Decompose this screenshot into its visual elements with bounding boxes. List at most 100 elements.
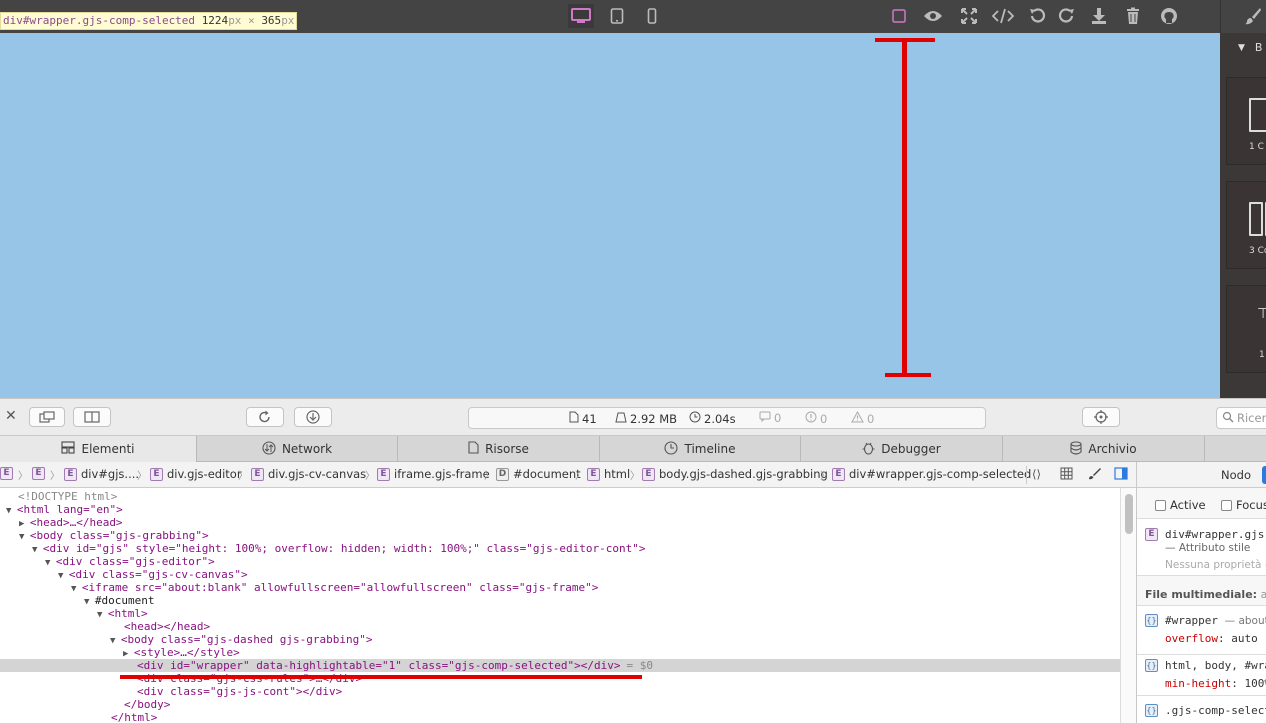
shadow-dom-icon[interactable]: ⟨⟩ <box>1032 467 1041 481</box>
network-icon <box>262 440 276 458</box>
fullscreen-icon[interactable] <box>956 4 982 28</box>
tab-nodo[interactable]: Nodo <box>1221 468 1251 482</box>
breadcrumb-item-canvas[interactable]: Ediv.gjs-cv-canvas <box>251 467 366 481</box>
state-active-checkbox[interactable]: Active <box>1155 498 1206 512</box>
breadcrumb-item-gjs[interactable]: Ediv#gjs.... <box>64 467 139 481</box>
rule-property[interactable]: min-height: 100% <box>1165 677 1266 690</box>
dom-line[interactable]: ▼ <div class="gjs-cv-canvas"> <box>0 568 1120 581</box>
close-icon[interactable]: ✕ <box>5 408 17 424</box>
tab-timeline[interactable]: Timeline <box>600 436 801 462</box>
brush-icon[interactable] <box>1240 4 1266 28</box>
dom-line[interactable]: ▼ #document <box>0 594 1120 607</box>
eye-icon[interactable] <box>920 4 946 28</box>
dom-scrollbar[interactable] <box>1120 488 1136 723</box>
rule-selector[interactable]: .gjs-comp-select <box>1165 704 1266 717</box>
target-icon[interactable] <box>1082 407 1120 427</box>
desktop-icon[interactable] <box>568 4 594 28</box>
code-icon[interactable] <box>990 4 1016 28</box>
resources-count: 41 <box>569 411 597 426</box>
breadcrumb-item-root[interactable]: E <box>0 467 13 480</box>
breadcrumb-item-iframe[interactable]: Eiframe.gjs-frame <box>377 467 490 481</box>
dom-line-selected[interactable]: <div id="wrapper" data-highlightable="1"… <box>0 659 1120 672</box>
element-icon: E <box>832 467 845 481</box>
dom-line[interactable]: ▶ <style>…</style> <box>0 646 1120 659</box>
tab-archivio[interactable]: Archivio <box>1003 436 1205 462</box>
grid-overlay-icon[interactable] <box>1060 467 1073 480</box>
breadcrumb-item-document[interactable]: D #document <box>496 467 581 481</box>
block-text[interactable]: ⊤ 1 <box>1226 285 1266 373</box>
breadcrumb-item-html[interactable]: Ehtml <box>587 467 630 481</box>
undo-icon[interactable] <box>1024 4 1050 28</box>
dom-line[interactable]: ▼ <html> <box>0 607 1120 620</box>
log-icon <box>759 411 771 425</box>
badge-height: 365 <box>261 14 282 27</box>
warnings-count: 0 <box>851 410 874 426</box>
weight-icon <box>615 411 627 426</box>
trash-icon[interactable] <box>1120 4 1146 28</box>
annotation-strike-line <box>120 675 642 679</box>
download-archive-icon[interactable] <box>294 407 332 427</box>
element-icon: E <box>642 467 655 481</box>
dom-line[interactable]: <!DOCTYPE html> <box>0 490 1120 503</box>
logs-count: 0 <box>759 411 781 425</box>
breadcrumb-separator-icon: 〉 <box>238 471 248 482</box>
paint-icon[interactable] <box>1088 467 1101 480</box>
dom-line[interactable]: <head></head> <box>0 620 1120 633</box>
breadcrumb-item-body[interactable]: E <box>32 467 45 480</box>
dock-side-icon[interactable] <box>73 407 111 427</box>
annotation-height-cap-bottom <box>885 373 931 377</box>
style-element-selector[interactable]: div#wrapper.gjs- <box>1165 528 1266 541</box>
devtools-toolbar: ✕ 41 2.92 MB 2.04s 0 0 0 Ricer <box>0 398 1266 436</box>
tab-network[interactable]: Network <box>197 436 398 462</box>
reload-icon[interactable] <box>246 407 284 427</box>
editor-canvas[interactable] <box>0 33 1220 398</box>
undock-icon[interactable] <box>29 407 65 427</box>
dom-line[interactable]: ▼ <div id="gjs" style="height: 100%; ove… <box>0 542 1120 555</box>
dom-line[interactable]: </body> <box>0 698 1120 711</box>
disclosure-open-icon: ▼ <box>32 545 43 555</box>
rule-selector[interactable]: #wrapper — abouts <box>1165 614 1266 627</box>
state-focus-checkbox[interactable]: Focus <box>1221 498 1266 512</box>
breadcrumb-item-editor[interactable]: Ediv.gjs-editor <box>150 467 242 481</box>
rule-selector[interactable]: html, body, #wra <box>1165 659 1266 672</box>
error-icon <box>805 411 817 426</box>
dom-line[interactable]: ▼ <html lang="en"> <box>0 503 1120 516</box>
dom-line[interactable]: ▼ <iframe src="about:blank" allowfullscr… <box>0 581 1120 594</box>
breadcrumb-item-wrapper[interactable]: Ediv#wrapper.gjs-comp-selected <box>832 467 1031 481</box>
square-icon[interactable] <box>886 4 912 28</box>
tab-elementi[interactable]: Elementi <box>0 436 197 462</box>
breadcrumb-separator-icon: 〉 <box>365 471 375 482</box>
redo-icon[interactable] <box>1054 4 1080 28</box>
block-1-column[interactable]: 1 C <box>1226 77 1266 165</box>
activity-viewer[interactable]: 41 2.92 MB 2.04s 0 0 0 <box>468 407 986 429</box>
styles-sidebar: Nodo Active Focus E div#wrapper.gjs- — A… <box>1136 462 1266 723</box>
scrollbar-thumb[interactable] <box>1125 494 1133 534</box>
checkbox-icon <box>1155 499 1166 511</box>
block-3-columns[interactable]: 3 Co <box>1226 181 1266 269</box>
dom-line[interactable]: ▼ <body class="gjs-grabbing"> <box>0 529 1120 542</box>
element-icon: E <box>251 467 264 481</box>
dom-line[interactable]: ▶ <head>…</head> <box>0 516 1120 529</box>
disclosure-open-icon: ▼ <box>84 597 95 607</box>
elements-icon <box>61 441 76 457</box>
mobile-icon[interactable] <box>639 4 665 28</box>
tab-debugger[interactable]: Debugger <box>801 436 1003 462</box>
blocks-category-header[interactable]: ▼ B <box>1238 41 1262 54</box>
dom-line[interactable]: ▼ <div class="gjs-editor"> <box>0 555 1120 568</box>
dom-line[interactable]: ▼ <body class="gjs-dashed gjs-grabbing"> <box>0 633 1120 646</box>
dom-line[interactable]: <div class="gjs-js-cont"></div> <box>0 685 1120 698</box>
dom-line[interactable]: </html> <box>0 711 1120 723</box>
sidebar-toggle-icon[interactable] <box>1114 467 1128 480</box>
tablet-icon[interactable] <box>604 4 630 28</box>
tab-risorse[interactable]: Risorse <box>398 436 600 462</box>
github-icon[interactable] <box>1156 4 1182 28</box>
search-input[interactable]: Ricer <box>1216 407 1266 429</box>
column-block-icon <box>1249 98 1266 132</box>
disclosure-closed-icon: ▶ <box>123 649 134 659</box>
element-icon: E <box>377 467 390 481</box>
download-icon[interactable] <box>1086 4 1112 28</box>
breadcrumb-separator-icon: 〉 <box>575 471 585 482</box>
breadcrumb-item-frame-body[interactable]: Ebody.gjs-dashed.gjs-grabbing <box>642 467 828 481</box>
rule-property[interactable]: overflow: auto <box>1165 632 1258 645</box>
columns-block-icon <box>1249 202 1263 236</box>
